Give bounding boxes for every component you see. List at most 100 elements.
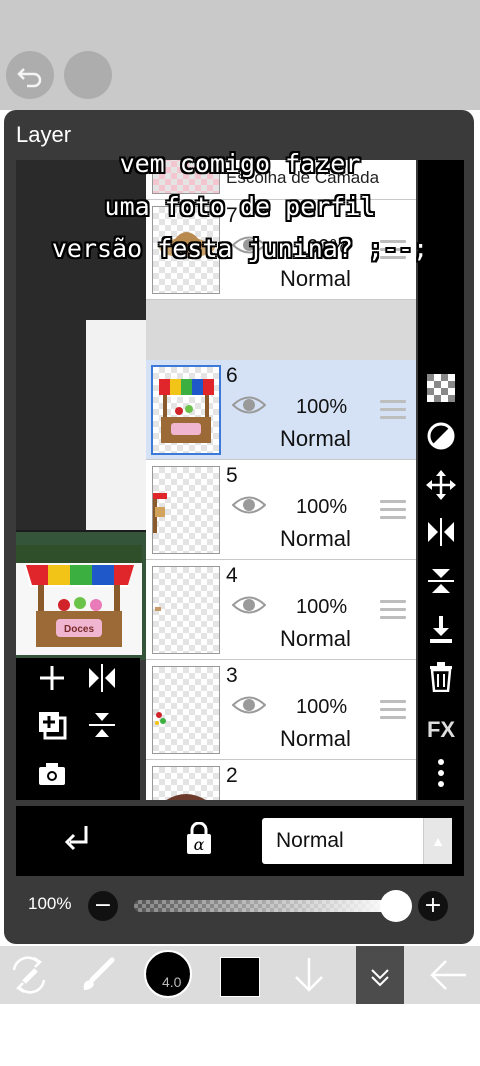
clipping-button[interactable] — [62, 824, 96, 858]
back-arrow-icon — [430, 960, 466, 990]
drag-handle[interactable] — [380, 400, 406, 419]
plus-icon: + — [423, 893, 443, 918]
eye-icon — [231, 496, 267, 514]
layer-thumbnail — [152, 466, 220, 554]
layer-row-4[interactable]: 4 100% Normal — [146, 560, 416, 660]
move-button[interactable] — [418, 470, 464, 510]
layer-number: 2 — [226, 764, 238, 787]
character-image — [166, 794, 206, 800]
layer-opacity: 100% — [296, 596, 348, 618]
back-button[interactable] — [430, 956, 470, 996]
flip-layer-button[interactable] — [82, 663, 122, 703]
layer-blend-mode: Normal — [280, 426, 351, 451]
caption-line-1: vem comigo fazer — [119, 149, 361, 178]
drag-handle[interactable] — [380, 700, 406, 719]
visibility-toggle[interactable] — [231, 694, 267, 716]
canvas-white-area — [86, 320, 146, 530]
color-swatch-button[interactable] — [220, 957, 260, 997]
flip-horizontal-button[interactable] — [418, 518, 464, 558]
redo-button[interactable] — [64, 51, 112, 99]
transform-tool-button[interactable] — [10, 956, 50, 996]
canvas-thumbnail[interactable]: Doces — [16, 545, 142, 655]
layer-number: 3 — [226, 664, 238, 687]
layer-thumbnail — [152, 566, 220, 654]
drag-handle[interactable] — [380, 600, 406, 619]
invert-button[interactable] — [418, 422, 464, 462]
layer-row-6[interactable]: 6 100% Normal — [146, 360, 416, 460]
caption-line-3: versão festa junina? ;--; — [51, 234, 429, 263]
visibility-toggle[interactable] — [231, 594, 267, 616]
opacity-decrease-button[interactable]: − — [88, 891, 118, 921]
opacity-row: 100% − + — [16, 880, 464, 932]
svg-text:α: α — [194, 835, 205, 854]
layer-opacity: 100% — [296, 496, 348, 518]
layer-blend-mode: Normal — [280, 626, 351, 651]
minus-icon: − — [93, 893, 113, 918]
merge-layer-button[interactable] — [82, 710, 122, 750]
blend-mode-select[interactable]: Normal ▲ — [262, 818, 452, 864]
layer-row-2[interactable]: 2 — [146, 760, 416, 800]
add-layer-icon — [40, 666, 64, 690]
layers-collapse-icon — [371, 969, 389, 987]
eye-icon — [231, 396, 267, 414]
layer-thumbnail — [151, 365, 221, 455]
brush-tool-icon — [83, 957, 115, 990]
flip-icon — [89, 664, 115, 692]
layers-button[interactable] — [356, 946, 404, 1004]
layer-blend-mode: Normal — [280, 526, 351, 551]
brush-tool-button[interactable] — [78, 956, 118, 996]
eye-icon — [231, 696, 267, 714]
layer-opacity: 100% — [296, 696, 348, 718]
more-button[interactable] — [418, 758, 464, 798]
duplicate-layer-icon — [39, 712, 67, 740]
camera-button[interactable] — [32, 758, 72, 798]
layer-blend-mode: Normal — [280, 726, 351, 751]
visibility-toggle[interactable] — [231, 494, 267, 516]
eye-icon — [231, 596, 267, 614]
layer-number: 6 — [226, 364, 238, 387]
alpha-lock-button[interactable]: α — [184, 821, 218, 860]
flip-horizontal-icon — [428, 518, 454, 546]
merge-down-button[interactable] — [418, 614, 464, 654]
transparency-button[interactable] — [418, 374, 464, 414]
layer-blend-mode: Normal — [280, 266, 351, 291]
camera-icon — [39, 763, 65, 785]
layer-row-5[interactable]: 5 100% Normal — [146, 460, 416, 560]
clipping-arrow-icon — [64, 826, 88, 851]
brush-size-label: 4.0 — [162, 974, 182, 990]
checker-icon — [427, 374, 455, 402]
opacity-slider-knob[interactable] — [380, 890, 412, 922]
opacity-label: 100% — [28, 894, 72, 913]
stall-sign-text: Doces — [64, 624, 94, 635]
opacity-slider[interactable] — [134, 900, 396, 912]
undo-arrow-icon — [17, 68, 42, 88]
alpha-lock-icon: α — [187, 821, 211, 854]
opacity-increase-button[interactable]: + — [418, 891, 448, 921]
move-arrows-icon — [426, 470, 456, 500]
add-layer-button[interactable] — [32, 663, 72, 703]
trash-icon — [430, 662, 452, 693]
undo-button[interactable] — [6, 51, 54, 99]
duplicate-layer-button[interactable] — [32, 710, 72, 750]
layer-thumbnail — [152, 766, 220, 800]
blend-mode-value: Normal — [276, 829, 344, 852]
layer-row-3[interactable]: 3 100% Normal — [146, 660, 416, 760]
chevron-up-icon: ▲ — [423, 818, 452, 864]
detail-image — [155, 607, 161, 611]
flip-vertical-icon — [428, 569, 454, 593]
transform-tool-icon — [12, 956, 46, 994]
visibility-toggle[interactable] — [231, 394, 267, 416]
panel-title: Layer — [16, 122, 72, 147]
fx-button[interactable]: FX — [418, 710, 464, 750]
delete-layer-button[interactable] — [418, 662, 464, 702]
invert-circle-icon — [427, 422, 455, 450]
fx-icon: FX — [426, 717, 456, 742]
more-vertical-icon — [438, 759, 444, 787]
layer-opacity: 100% — [296, 396, 348, 418]
flip-vertical-button[interactable] — [418, 566, 464, 606]
flowers-image — [155, 712, 166, 725]
down-arrow-button[interactable] — [290, 956, 330, 996]
drag-handle[interactable] — [380, 500, 406, 519]
stall-edge-image — [153, 493, 167, 533]
doces-stall-image — [157, 379, 215, 443]
